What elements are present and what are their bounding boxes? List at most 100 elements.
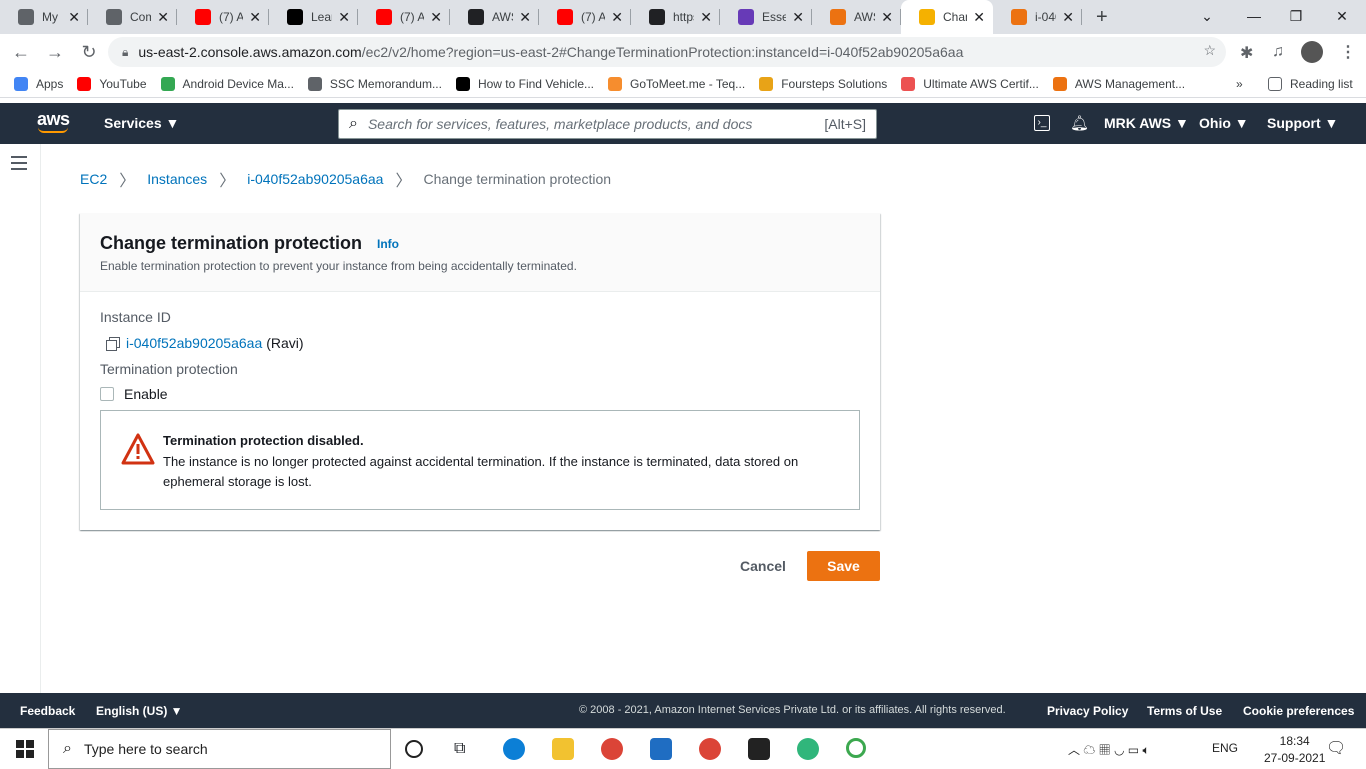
- browser-tab-label: Essen: [762, 10, 787, 24]
- browser-tab[interactable]: i-040 ✕: [993, 0, 1082, 34]
- browser-tab-label: AWS: [854, 10, 875, 24]
- cookie-preferences-link[interactable]: Cookie preferences: [1243, 704, 1354, 718]
- support-menu[interactable]: Support ▼: [1267, 115, 1338, 131]
- browser-tab[interactable]: Learn ✕: [269, 0, 358, 34]
- chrome-icon[interactable]: [699, 738, 721, 760]
- reload-icon[interactable]: ↻: [72, 42, 106, 63]
- close-tab-icon[interactable]: ✕: [973, 9, 985, 26]
- hamburger-menu-icon[interactable]: [11, 156, 27, 170]
- tray-icons[interactable]: ︿ ☁ ▦ ◡ ▭ 🔈︎: [1068, 741, 1150, 758]
- refresh-app-icon[interactable]: [846, 738, 866, 758]
- url-bar[interactable]: 🔒︎ us-east-2.console.aws.amazon.com/ec2/…: [108, 37, 1226, 67]
- close-tab-icon[interactable]: ✕: [157, 9, 169, 26]
- atom-icon[interactable]: [797, 738, 819, 760]
- close-tab-icon[interactable]: ✕: [611, 9, 623, 26]
- browser-tab[interactable]: My C ✕: [0, 0, 88, 34]
- privacy-policy-link[interactable]: Privacy Policy: [1047, 704, 1128, 718]
- browser-tab[interactable]: Comp ✕: [88, 0, 177, 34]
- warning-alert: Termination protection disabled. The ins…: [100, 410, 860, 510]
- browser-tab[interactable]: Chan ✕: [901, 0, 993, 34]
- browser-tab[interactable]: https ✕: [631, 0, 720, 34]
- windows-start-icon[interactable]: [16, 740, 34, 758]
- terminal-icon[interactable]: [748, 738, 770, 760]
- bookmark-item[interactable]: Ultimate AWS Certif...: [901, 76, 1039, 91]
- language-indicator[interactable]: ENG: [1212, 741, 1238, 755]
- close-tab-icon[interactable]: ✕: [1062, 9, 1074, 26]
- close-tab-icon[interactable]: ✕: [430, 9, 442, 26]
- aws-cube-icon: [1011, 9, 1027, 25]
- back-icon[interactable]: ←: [4, 42, 38, 63]
- instance-id-link[interactable]: i-040f52ab90205a6aa: [126, 335, 262, 351]
- save-button[interactable]: Save: [807, 551, 880, 581]
- browser-tab[interactable]: AWS ✕: [450, 0, 539, 34]
- bookmark-favicon-icon: [307, 76, 322, 91]
- task-view-icon[interactable]: ⧉: [454, 738, 476, 760]
- browser-tab[interactable]: (7) AV ✕: [177, 0, 269, 34]
- browser-tab[interactable]: (7) AV ✕: [358, 0, 450, 34]
- language-selector[interactable]: English (US) ▼: [96, 704, 183, 718]
- close-tab-icon[interactable]: ✕: [68, 9, 80, 26]
- account-menu[interactable]: MRK AWS ▼: [1104, 115, 1189, 131]
- feedback-link[interactable]: Feedback: [20, 704, 75, 718]
- taskbar-search-input[interactable]: ⌕ Type here to search: [48, 729, 391, 769]
- bookmark-item[interactable]: How to Find Vehicle...: [455, 76, 594, 91]
- url-host: us-east-2.console.aws.amazon.com: [138, 44, 362, 60]
- panel-header: Change termination protection Info Enabl…: [80, 213, 880, 292]
- aws-search-input[interactable]: ⌕ Search for services, features, marketp…: [338, 109, 877, 139]
- notifications-icon[interactable]: 🗨︎: [1326, 738, 1346, 758]
- mail-icon[interactable]: [650, 738, 672, 760]
- close-tab-icon[interactable]: ✕: [519, 9, 531, 26]
- bookmark-item[interactable]: Android Device Ma...: [160, 76, 294, 91]
- notifications-bell-icon[interactable]: 🔔︎: [1070, 114, 1089, 132]
- services-menu-button[interactable]: Services ▼: [104, 115, 179, 131]
- browser-tab-label: (7) AV: [219, 10, 244, 24]
- edge-icon[interactable]: [503, 738, 525, 760]
- bookmark-item[interactable]: Foursteps Solutions: [759, 76, 887, 91]
- copy-icon[interactable]: [106, 336, 120, 351]
- breadcrumb-instance-id[interactable]: i-040f52ab90205a6aa: [247, 171, 383, 187]
- profile-avatar[interactable]: [1301, 41, 1323, 63]
- close-tab-icon[interactable]: ✕: [881, 9, 893, 26]
- bookmark-item[interactable]: YouTube: [77, 76, 147, 91]
- info-link[interactable]: Info: [377, 237, 399, 251]
- tab-search-icon[interactable]: ⌄: [1187, 0, 1227, 34]
- breadcrumb-instances[interactable]: Instances: [147, 171, 207, 187]
- bookmark-star-icon[interactable]: ☆: [1203, 42, 1216, 59]
- browser-tab[interactable]: Essen ✕: [720, 0, 812, 34]
- close-tab-icon[interactable]: ✕: [338, 9, 350, 26]
- cloudshell-icon[interactable]: ›_: [1034, 115, 1050, 131]
- cortana-icon[interactable]: [405, 740, 423, 758]
- close-tab-icon[interactable]: ✕: [792, 9, 804, 26]
- globe-icon: [106, 9, 122, 25]
- restore-button[interactable]: ❐: [1276, 0, 1316, 34]
- media-control-icon[interactable]: ♫: [1272, 43, 1284, 61]
- extensions-icon[interactable]: ✱: [1240, 43, 1253, 63]
- youtube-icon: [195, 9, 211, 25]
- bookmark-item[interactable]: AWS Management...: [1052, 76, 1185, 91]
- clock[interactable]: 18:34 27-09-2021: [1264, 733, 1325, 767]
- more-bookmarks-button[interactable]: »: [1236, 77, 1243, 91]
- browser-tab[interactable]: AWS ✕: [812, 0, 901, 34]
- close-tab-icon[interactable]: ✕: [700, 9, 712, 26]
- lock-icon[interactable]: 🔒︎: [122, 45, 128, 60]
- bookmark-item[interactable]: GoToMeet.me - Teq...: [608, 76, 745, 91]
- region-menu[interactable]: Ohio ▼: [1199, 115, 1249, 131]
- menu-kebab-icon[interactable]: ⋮: [1340, 42, 1356, 62]
- reading-list-button[interactable]: Reading list: [1268, 76, 1353, 91]
- enable-checkbox-label[interactable]: Enable: [124, 386, 168, 402]
- chrome-icon[interactable]: [601, 738, 623, 760]
- search-placeholder: Search for services, features, marketpla…: [367, 116, 753, 132]
- close-tab-icon[interactable]: ✕: [249, 9, 261, 26]
- terms-link[interactable]: Terms of Use: [1147, 704, 1222, 718]
- enable-checkbox[interactable]: [100, 387, 114, 401]
- bookmark-item[interactable]: SSC Memorandum...: [307, 76, 442, 91]
- file-explorer-icon[interactable]: [552, 738, 574, 760]
- forward-icon[interactable]: →: [38, 42, 72, 63]
- bookmark-item[interactable]: Apps: [14, 76, 63, 91]
- breadcrumb-ec2[interactable]: EC2: [80, 171, 107, 187]
- minimize-button[interactable]: —: [1234, 0, 1274, 34]
- new-tab-button[interactable]: +: [1096, 0, 1108, 34]
- close-window-button[interactable]: ✕: [1322, 0, 1362, 34]
- cancel-button[interactable]: Cancel: [728, 551, 798, 581]
- browser-tab[interactable]: (7) AV ✕: [539, 0, 631, 34]
